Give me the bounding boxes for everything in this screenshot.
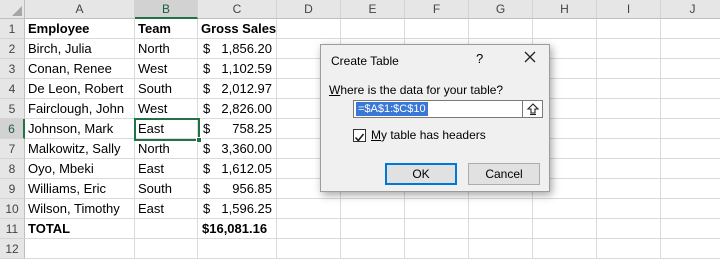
create-table-dialog: Create Table ? Where is the data for you… (320, 44, 550, 192)
cell-total-label[interactable]: TOTAL (25, 219, 135, 239)
cell-gross-sales[interactable]: $2,012.97 (198, 79, 277, 99)
cell-employee[interactable]: Malkowitz, Sally (25, 139, 135, 159)
cell-gross-sales[interactable]: $1,856.20 (198, 39, 277, 59)
cell-c1-header-gross-sales[interactable]: Gross Sales (198, 19, 277, 39)
cell-gross-sales[interactable]: $758.25 (198, 119, 277, 139)
row-header-6[interactable]: 6 (0, 119, 25, 139)
cell-team[interactable]: North (135, 139, 198, 159)
sales-amount: 1,596.25 (221, 201, 272, 216)
range-prompt-text: here is the data for your table? (340, 83, 504, 97)
cell-employee[interactable]: Wilson, Timothy (25, 199, 135, 219)
cell-employee[interactable]: Fairclough, John (25, 99, 135, 119)
sales-amount: 1,856.20 (221, 41, 272, 56)
cell-team[interactable]: North (135, 39, 198, 59)
cell-employee[interactable]: Williams, Eric (25, 179, 135, 199)
currency-symbol: $ (203, 121, 211, 136)
access-key: M (371, 128, 381, 142)
sales-amount: 2,012.97 (221, 81, 272, 96)
column-header-f[interactable]: F (405, 0, 469, 19)
row-header-7[interactable]: 7 (0, 139, 25, 159)
row-header-11[interactable]: 11 (0, 219, 25, 239)
column-header-c[interactable]: C (198, 0, 277, 19)
cell-empty[interactable] (198, 239, 277, 259)
headers-checkbox-label[interactable]: My table has headers (371, 128, 486, 142)
access-key: W (329, 83, 341, 97)
row-header-1[interactable]: 1 (0, 19, 25, 39)
row-header-10[interactable]: 10 (0, 199, 25, 219)
column-header-j[interactable]: J (661, 0, 720, 19)
currency-symbol: $ (203, 141, 211, 156)
cell-gross-sales[interactable]: $3,360.00 (198, 139, 277, 159)
active-cell-selection[interactable] (134, 118, 202, 143)
cell-team[interactable]: South (135, 79, 198, 99)
cell-empty[interactable] (135, 219, 198, 239)
checkmark-icon (354, 133, 365, 142)
column-header-e[interactable]: E (341, 0, 405, 19)
close-icon[interactable] (521, 48, 539, 66)
cell-employee[interactable]: Johnson, Mark (25, 119, 135, 139)
ok-button[interactable]: OK (385, 163, 457, 185)
range-input[interactable]: =$A$1:$C$10 (353, 100, 543, 118)
cell-gross-sales[interactable]: $2,826.00 (198, 99, 277, 119)
cell-employee[interactable]: De Leon, Robert (25, 79, 135, 99)
cell-team[interactable]: West (135, 99, 198, 119)
row-header-12[interactable]: 12 (0, 239, 25, 259)
cell-gross-sales[interactable]: $956.85 (198, 179, 277, 199)
cell-gross-sales[interactable]: $1,102.59 (198, 59, 277, 79)
cell-employee[interactable]: Birch, Julia (25, 39, 135, 59)
currency-symbol: $ (203, 161, 211, 176)
cell-employee[interactable]: Oyo, Mbeki (25, 159, 135, 179)
column-header-a[interactable]: A (25, 0, 135, 19)
cell-employee[interactable]: Conan, Renee (25, 59, 135, 79)
currency-symbol: $ (203, 181, 211, 196)
row-header-3[interactable]: 3 (0, 59, 25, 79)
headers-checkbox[interactable] (353, 129, 366, 142)
cell-a1-header-employee[interactable]: Employee (25, 19, 135, 39)
cell-b1-header-team[interactable]: Team (135, 19, 198, 39)
row-header-2[interactable]: 2 (0, 39, 25, 59)
cell-team[interactable]: East (135, 159, 198, 179)
sales-amount: 2,826.00 (221, 101, 272, 116)
column-header-d[interactable]: D (277, 0, 341, 19)
column-header-h[interactable]: H (533, 0, 597, 19)
cell-empty[interactable] (25, 239, 135, 259)
arrow-up-icon (526, 103, 540, 116)
range-prompt-label: Where is the data for your table? (329, 83, 503, 97)
column-header-i[interactable]: I (597, 0, 661, 19)
currency-symbol: $ (203, 201, 211, 216)
currency-symbol: $ (203, 81, 211, 96)
cell-empty[interactable] (135, 239, 198, 259)
fill-handle[interactable] (196, 137, 202, 143)
cell-gross-sales[interactable]: $1,596.25 (198, 199, 277, 219)
sales-amount: 3,360.00 (221, 141, 272, 156)
cell-gross-sales[interactable]: $1,612.05 (198, 159, 277, 179)
sales-amount: 1,612.05 (221, 161, 272, 176)
cancel-button[interactable]: Cancel (468, 163, 540, 185)
sales-amount: 1,102.59 (221, 61, 272, 76)
cell-team[interactable]: South (135, 179, 198, 199)
currency-symbol: $ (203, 61, 211, 76)
cell-total-amount[interactable]: $16,081.16 (198, 219, 277, 239)
help-button[interactable]: ? (476, 51, 483, 66)
column-header-g[interactable]: G (469, 0, 533, 19)
headers-checkbox-text: y table has headers (381, 128, 486, 142)
cell-team[interactable]: East (135, 199, 198, 219)
currency-symbol: $ (203, 101, 211, 116)
collapse-dialog-button[interactable] (522, 101, 542, 117)
row-header-9[interactable]: 9 (0, 179, 25, 199)
sales-amount: 956.85 (232, 181, 272, 196)
row-header-8[interactable]: 8 (0, 159, 25, 179)
sales-amount: 758.25 (232, 121, 272, 136)
column-header-b[interactable]: B (135, 0, 198, 19)
range-value[interactable]: =$A$1:$C$10 (356, 102, 428, 116)
cell-team[interactable]: West (135, 59, 198, 79)
select-all-corner[interactable] (0, 0, 25, 19)
row-header-4[interactable]: 4 (0, 79, 25, 99)
row-header-5[interactable]: 5 (0, 99, 25, 119)
dialog-title: Create Table (331, 54, 399, 68)
currency-symbol: $ (203, 41, 211, 56)
